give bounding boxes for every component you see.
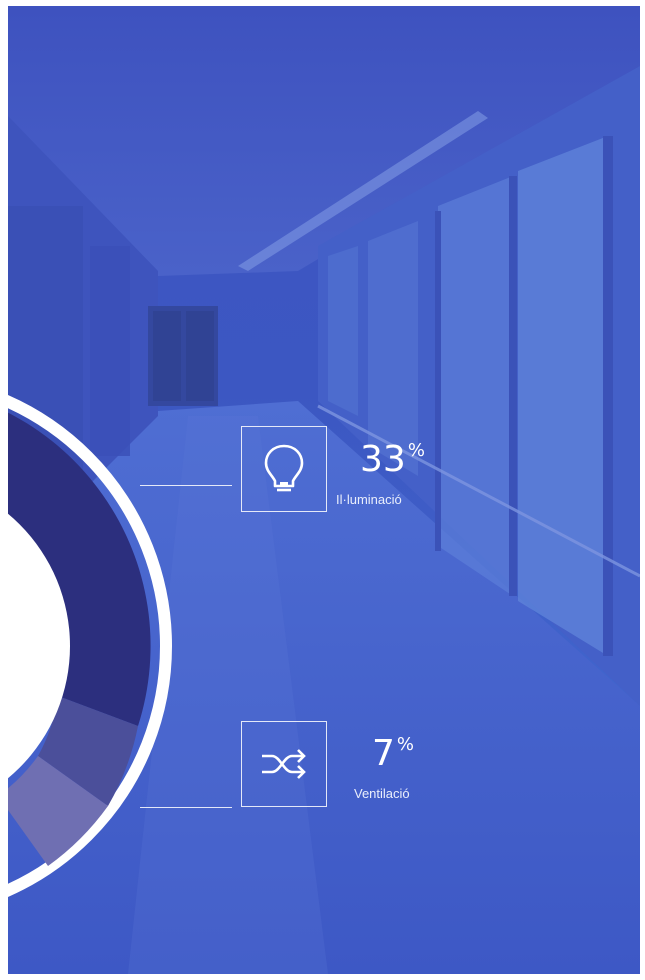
stat-icon-frame — [241, 426, 327, 512]
lightbulb-icon — [264, 444, 304, 492]
hero-panel: 33% Il·luminació 7% Ventilació — [8, 6, 640, 974]
stat-value-ventilation: 7% — [372, 736, 414, 772]
stat-number: 7 — [372, 733, 395, 774]
stat-number: 33 — [360, 439, 406, 480]
page: 33% Il·luminació 7% Ventilació — [0, 0, 645, 980]
shuffle-arrows-icon — [262, 749, 306, 779]
stat-unit: % — [407, 440, 425, 461]
stat-icon-frame — [241, 721, 327, 807]
stat-label-ventilation: Ventilació — [354, 786, 410, 801]
stat-connector-line — [140, 485, 232, 486]
stat-unit: % — [396, 734, 415, 755]
stat-label-lighting: Il·luminació — [336, 492, 402, 507]
stat-connector-line — [140, 807, 232, 808]
stat-value-lighting: 33% — [360, 442, 425, 478]
